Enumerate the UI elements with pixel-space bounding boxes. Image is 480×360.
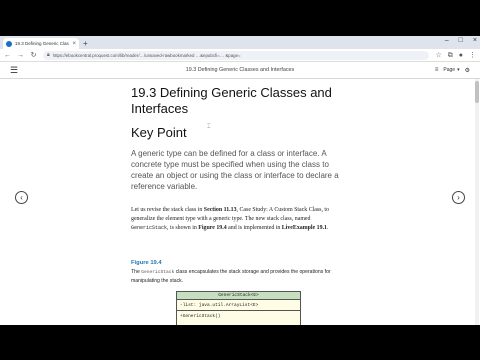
class-name-code: GenericStack [131,225,168,231]
scrollbar[interactable] [475,79,479,325]
chevron-down-icon: ▾ [457,67,460,73]
figure-label: Figure 19.4 [131,260,162,266]
body-paragraph: Let us revise the stack class in Section… [131,206,345,233]
mouse-cursor-icon: ⌶ [207,124,211,130]
extensions-icon[interactable]: ⧉ [448,52,453,59]
video-letterbox-top [0,0,480,36]
key-point-title: Key Point [131,125,187,140]
settings-icon[interactable]: ⚙ [465,67,470,74]
uml-attribute: -list: java.util.ArrayList<E> [177,300,300,311]
figure-caption: The GenericStack class encapsulates the … [131,268,347,285]
minimize-button[interactable]: – [445,37,449,44]
lock-icon: 🔒︎ [47,52,50,58]
star-icon[interactable]: ☆ [435,52,441,59]
body-text: and is implemented in [226,225,282,231]
browser-window: 19.3 Defining Generic Classes a × + – □ … [0,36,480,325]
tab-close-icon[interactable]: × [72,41,76,47]
list-icon[interactable]: ≡ [435,67,439,73]
back-button[interactable]: ← [4,52,11,59]
section-link[interactable]: Section 11.13 [204,207,237,213]
tab-title: 19.3 Defining Generic Classes a [15,41,69,46]
caption-text: The [131,269,142,275]
address-bar[interactable]: 🔒︎ https://ebookcentral.proquest.com/lib… [43,50,430,60]
figure-link[interactable]: Figure 19.4 [198,225,226,231]
site-favicon-icon [6,40,12,47]
scrollbar-thumb[interactable] [475,81,479,103]
browser-tab[interactable]: 19.3 Defining Generic Classes a × [3,38,79,49]
uml-class-name: GenericStack<E> [177,292,300,300]
previous-page-button[interactable]: ‹ [15,191,28,204]
close-window-button[interactable]: × [473,37,477,44]
uml-operation: +GenericStack() [180,314,221,319]
video-letterbox-bottom [0,325,480,360]
key-point-text: A generic type can be defined for a clas… [131,149,339,191]
page-label: Page [443,67,456,73]
page-selector[interactable]: Page ▾ [443,67,459,73]
section-title: 19.3 Defining Generic Classes and Interf… [131,85,332,116]
browser-toolbar: ← → ↻ 🔒︎ https://ebookcentral.proquest.c… [0,49,480,62]
profile-icon[interactable]: ● [459,52,463,59]
reader-title: 19.3 Defining Generic Classes and Interf… [185,67,295,73]
live-example-link[interactable]: LiveExample 19.1 [282,225,327,231]
reader-header-tools: ≡ Page ▾ ⚙ [435,67,470,74]
forward-button[interactable]: → [17,52,24,59]
body-text: , is shown in [167,225,199,231]
maximize-button[interactable]: □ [459,37,463,44]
reload-button[interactable]: ↻ [30,52,37,59]
body-text: Let us revise the stack class in [131,207,204,213]
url-text: https://ebookcentral.proquest.com/lib/re… [52,52,241,58]
window-controls: – □ × [445,37,477,44]
uml-class-diagram: GenericStack<E> -list: java.util.ArrayLi… [176,291,301,325]
menu-icon[interactable]: ⋮ [469,52,476,59]
body-text: . [326,225,329,231]
tab-strip: 19.3 Defining Generic Classes a × + – □ … [0,36,480,49]
next-page-button[interactable]: › [452,191,465,204]
caption-code: GenericStack [141,270,175,275]
new-tab-button[interactable]: + [83,38,88,49]
reader-header: ☰ 19.3 Defining Generic Classes and Inte… [0,62,480,79]
